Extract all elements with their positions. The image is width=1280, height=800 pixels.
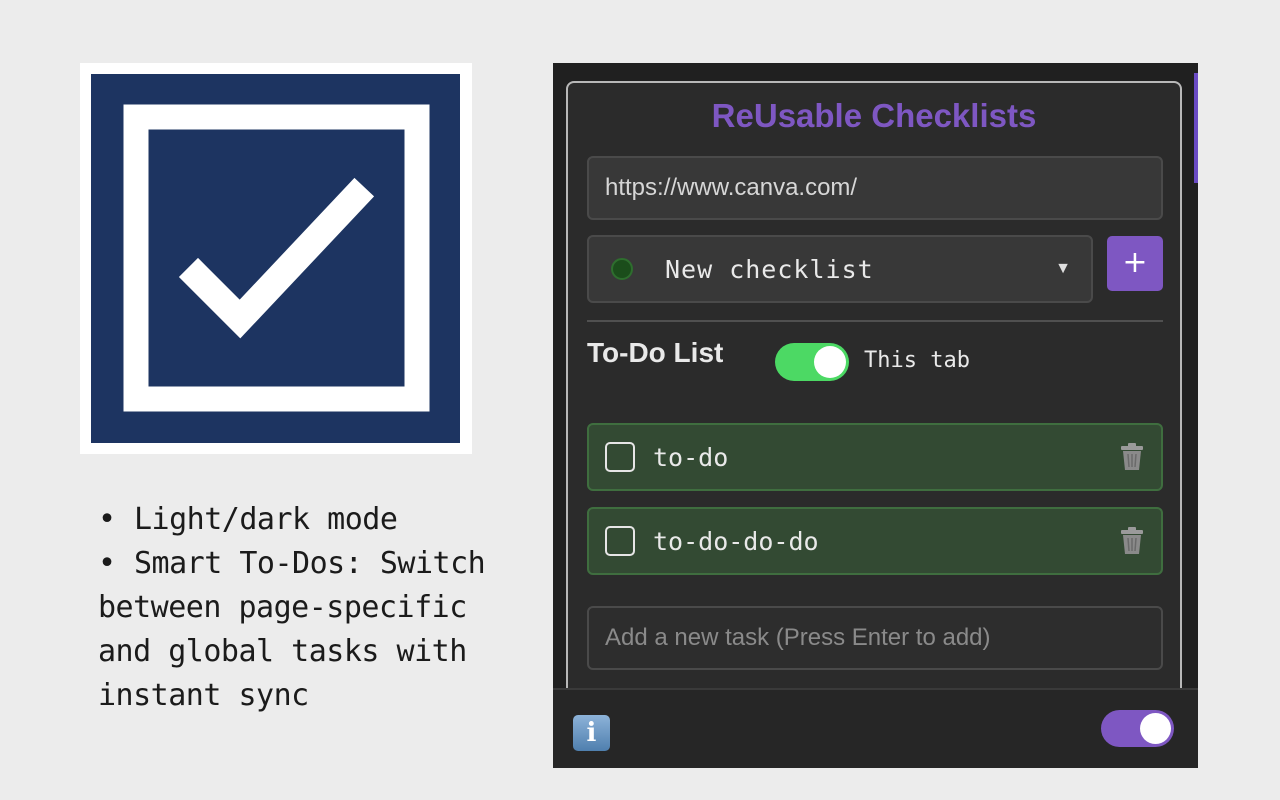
popup-title: ReUsable Checklists [711, 97, 1037, 134]
this-tab-toggle-label: This tab [864, 348, 970, 373]
checkbox-check-icon [91, 74, 460, 443]
theme-toggle[interactable] [1101, 710, 1174, 747]
toggle-knob [814, 346, 846, 378]
section-title: To-Do List [587, 337, 724, 368]
task-text: to-do [653, 442, 729, 472]
this-tab-toggle[interactable] [775, 343, 849, 381]
task-row: to-do-do-do [587, 507, 1163, 575]
url-field[interactable] [587, 156, 1163, 220]
popup-footer: i [553, 688, 1198, 768]
task-row: to-do [587, 423, 1163, 491]
divider [587, 320, 1163, 322]
add-checklist-button[interactable]: + [1107, 236, 1163, 291]
task-list: to-do to-do-do-do [587, 423, 1163, 591]
extension-popup: ReUsable Checklists New checklist ▼ + To… [553, 63, 1198, 768]
status-dot-icon [611, 258, 633, 280]
popup-content: ReUsable Checklists New checklist ▼ + To… [566, 81, 1182, 721]
task-checkbox[interactable] [605, 442, 635, 472]
checklist-select[interactable]: New checklist ▼ [587, 235, 1093, 303]
toggle-knob [1140, 713, 1171, 744]
feature-list: • Light/dark mode • Smart To-Dos: Switch b… [80, 498, 530, 718]
new-task-input[interactable] [587, 606, 1163, 670]
checklist-select-value: New checklist [665, 254, 874, 284]
task-text: to-do-do-do [653, 526, 819, 556]
trash-icon[interactable] [1119, 527, 1145, 555]
info-icon[interactable]: i [573, 715, 610, 751]
window-edge-accent [1194, 73, 1198, 183]
caret-down-icon: ▼ [1055, 260, 1071, 277]
task-checkbox[interactable] [605, 526, 635, 556]
feature-item: • Smart To-Dos: Switch between page-speci… [98, 546, 486, 713]
trash-icon[interactable] [1119, 443, 1145, 471]
feature-item: • Light/dark mode [98, 502, 398, 537]
app-logo [80, 63, 472, 454]
